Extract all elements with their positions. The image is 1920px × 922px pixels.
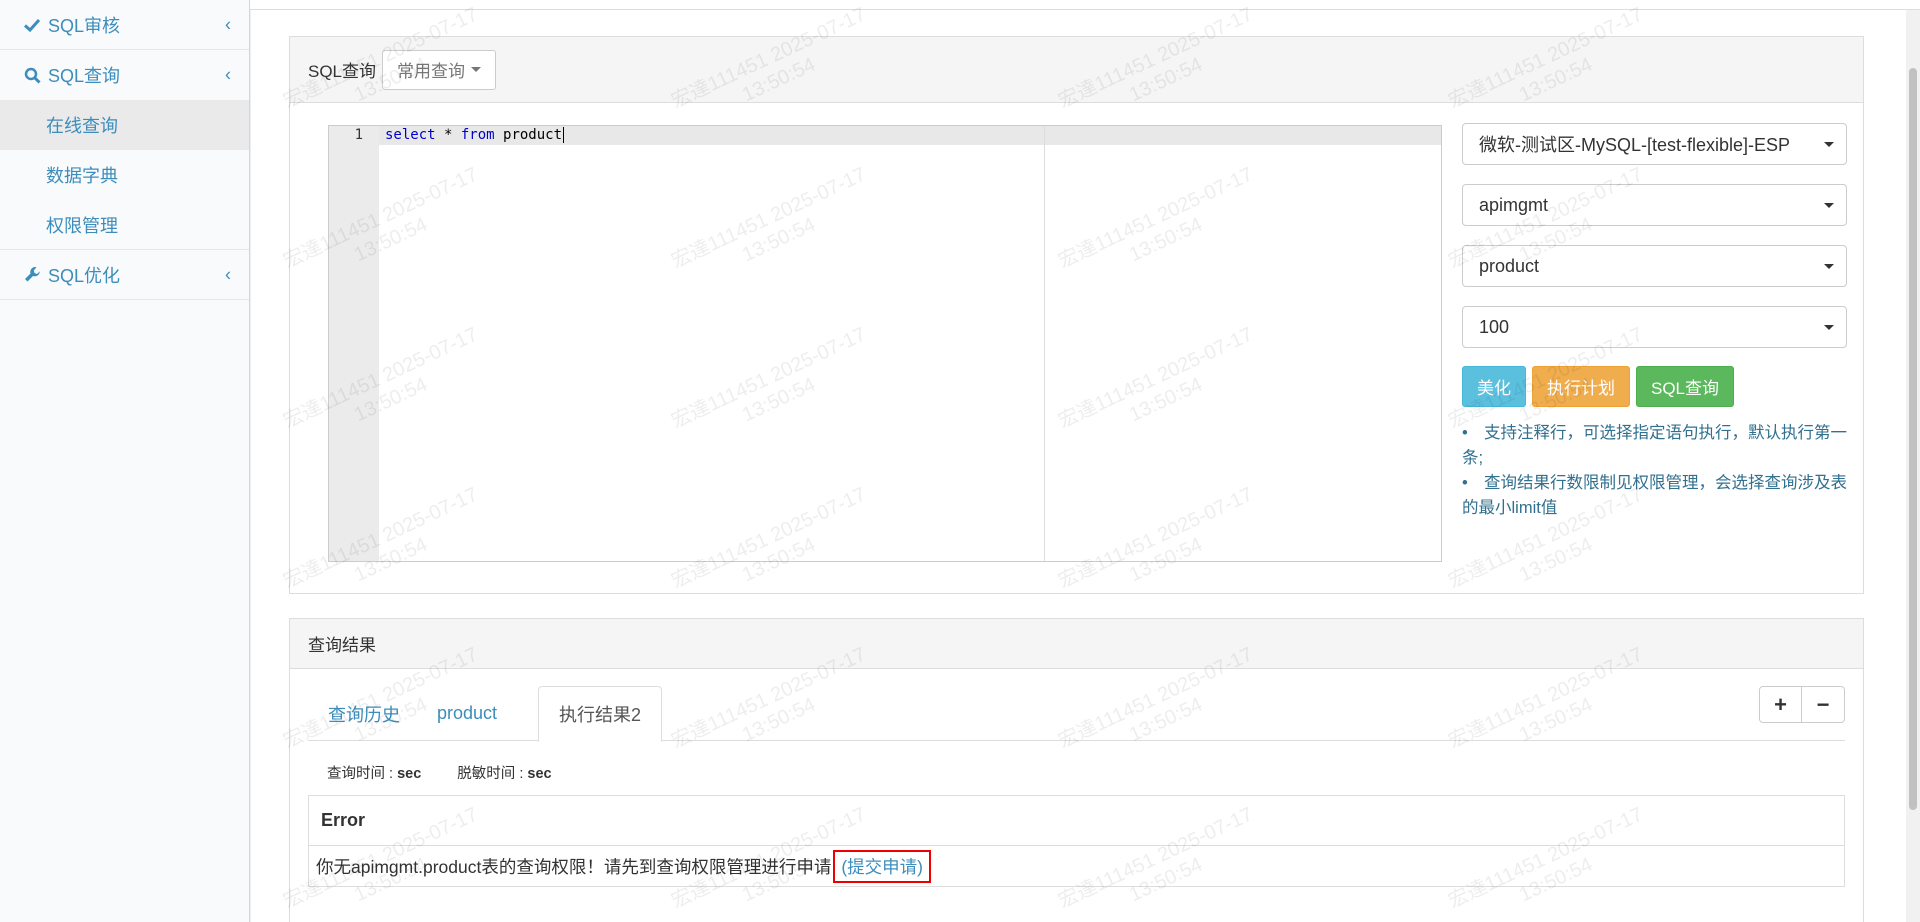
action-buttons: 美化 执行计划 SQL查询 (1462, 366, 1847, 407)
chevron-left-icon: ‹ (225, 64, 231, 85)
common-query-dropdown[interactable]: 常用查询 (382, 49, 497, 90)
remove-tab-button[interactable]: − (1802, 686, 1845, 723)
query-notes: • 支持注释行，可选择指定语句执行，默认执行第一条; • 查询结果行数限制见权限管理… (1462, 421, 1847, 521)
code-keyword-select: select (385, 127, 436, 143)
query-time-value: sec (397, 766, 422, 782)
note-item: • 查询结果行数限制见权限管理，会选择查询涉及表的最小limit值 (1462, 471, 1847, 521)
sidebar: SQL审核 ‹ SQL查询 ‹ 在线查询 数据字典 权限管理 SQL优化 ‹ (0, 0, 250, 922)
limit-select-value: 100 (1479, 316, 1510, 337)
sidebar-item-sql-optimize[interactable]: SQL优化 ‹ (0, 250, 249, 300)
note-text: 查询结果行数限制见权限管理，会选择查询涉及表的最小limit值 (1462, 474, 1847, 517)
result-tabs: 查询历史 product 执行结果2 (308, 686, 1845, 742)
chevron-left-icon: ‹ (225, 14, 231, 34)
bullet-icon: • (1462, 424, 1468, 442)
tab-product[interactable]: product (417, 686, 517, 741)
instance-select-value: 微软-测试区-MySQL-[test-flexible]-ESP (1479, 135, 1791, 155)
sidebar-item-sql-query[interactable]: SQL查询 ‹ (0, 50, 249, 100)
search-icon (22, 67, 42, 84)
sql-query-button[interactable]: SQL查询 (1636, 366, 1735, 407)
error-message: 你无apimgmt.product表的查询权限！请先到查询权限管理进行申请 (316, 857, 832, 877)
query-result-panel: 查询结果 查询历史 product 执行结果2 + − 查询时间 : sec 脱… (289, 618, 1864, 922)
tab-query-history[interactable]: 查询历史 (308, 686, 420, 741)
scrollbar[interactable] (1906, 10, 1920, 922)
panel-header: 查询结果 (290, 619, 1863, 669)
sidebar-item-label: SQL查询 (48, 66, 121, 86)
sql-editor[interactable]: 1 select * from product (328, 125, 1442, 562)
code-star: * (435, 127, 461, 143)
wrench-icon (22, 266, 42, 283)
table-select[interactable]: product (1462, 245, 1847, 287)
query-time: 查询时间 : sec (327, 762, 421, 783)
panel-header: SQL查询 常用查询 (290, 37, 1863, 103)
limit-select[interactable]: 100 (1462, 306, 1847, 348)
submit-application-link[interactable]: (提交申请) (833, 850, 931, 883)
sidebar-subitem-data-dictionary[interactable]: 数据字典 (0, 150, 249, 200)
beautify-button[interactable]: 美化 (1462, 366, 1526, 407)
caret-down-icon (471, 67, 482, 72)
query-time-label: 查询时间 : (327, 766, 398, 782)
tab-add-remove-group: + − (1759, 686, 1845, 723)
caret-down-icon (1824, 142, 1834, 147)
sidebar-item-sql-review[interactable]: SQL审核 ‹ (0, 0, 249, 50)
line-number: 1 (354, 127, 363, 143)
mask-time-label: 脱敏时间 : (457, 766, 528, 782)
check-icon (22, 17, 42, 33)
timing-info: 查询时间 : sec 脱敏时间 : sec (327, 762, 552, 783)
common-query-label: 常用查询 (397, 62, 466, 81)
main-content: SQL查询 常用查询 1 select * from product 微软-测试… (251, 10, 1920, 922)
scrollbar-thumb[interactable] (1909, 68, 1917, 810)
query-controls: 微软-测试区-MySQL-[test-flexible]-ESP apimgmt… (1462, 123, 1847, 521)
sidebar-subitem-permission-management[interactable]: 权限管理 (0, 200, 249, 250)
panel-title: 查询结果 (308, 636, 376, 655)
caret-down-icon (1824, 203, 1834, 208)
instance-select[interactable]: 微软-测试区-MySQL-[test-flexible]-ESP (1462, 123, 1847, 165)
mask-time: 脱敏时间 : sec (457, 762, 551, 783)
explain-button[interactable]: 执行计划 (1532, 366, 1630, 407)
error-message-row: 你无apimgmt.product表的查询权限！请先到查询权限管理进行申请 (提… (309, 846, 1844, 887)
database-select-value: apimgmt (1479, 194, 1549, 215)
add-tab-button[interactable]: + (1759, 686, 1802, 723)
sidebar-subitem-online-query[interactable]: 在线查询 (0, 100, 249, 150)
table-select-value: product (1479, 255, 1540, 276)
caret-down-icon (1824, 264, 1834, 269)
chevron-left-icon: ‹ (225, 264, 231, 284)
mask-time-value: sec (527, 766, 552, 782)
sidebar-item-label: SQL优化 (48, 265, 121, 286)
print-margin (1044, 126, 1045, 561)
note-item: • 支持注释行，可选择指定语句执行，默认执行第一条; (1462, 421, 1847, 471)
editor-code-line: select * from product (385, 127, 565, 143)
error-title: Error (309, 796, 1844, 846)
panel-title: SQL查询 (308, 62, 377, 81)
note-text: 支持注释行，可选择指定语句执行，默认执行第一条; (1462, 424, 1847, 467)
sql-query-panel: SQL查询 常用查询 1 select * from product 微软-测试… (289, 36, 1864, 594)
caret-down-icon (1824, 325, 1834, 330)
database-select[interactable]: apimgmt (1462, 184, 1847, 226)
top-bar (250, 0, 1920, 10)
tab-result-2[interactable]: 执行结果2 (538, 686, 663, 742)
code-table: product (494, 127, 563, 143)
error-box: Error 你无apimgmt.product表的查询权限！请先到查询权限管理进… (308, 795, 1845, 887)
code-keyword-from: from (460, 127, 495, 143)
text-cursor (563, 127, 565, 143)
sidebar-item-label: SQL审核 (48, 15, 121, 36)
bullet-icon: • (1462, 474, 1468, 492)
editor-gutter: 1 (329, 126, 379, 561)
